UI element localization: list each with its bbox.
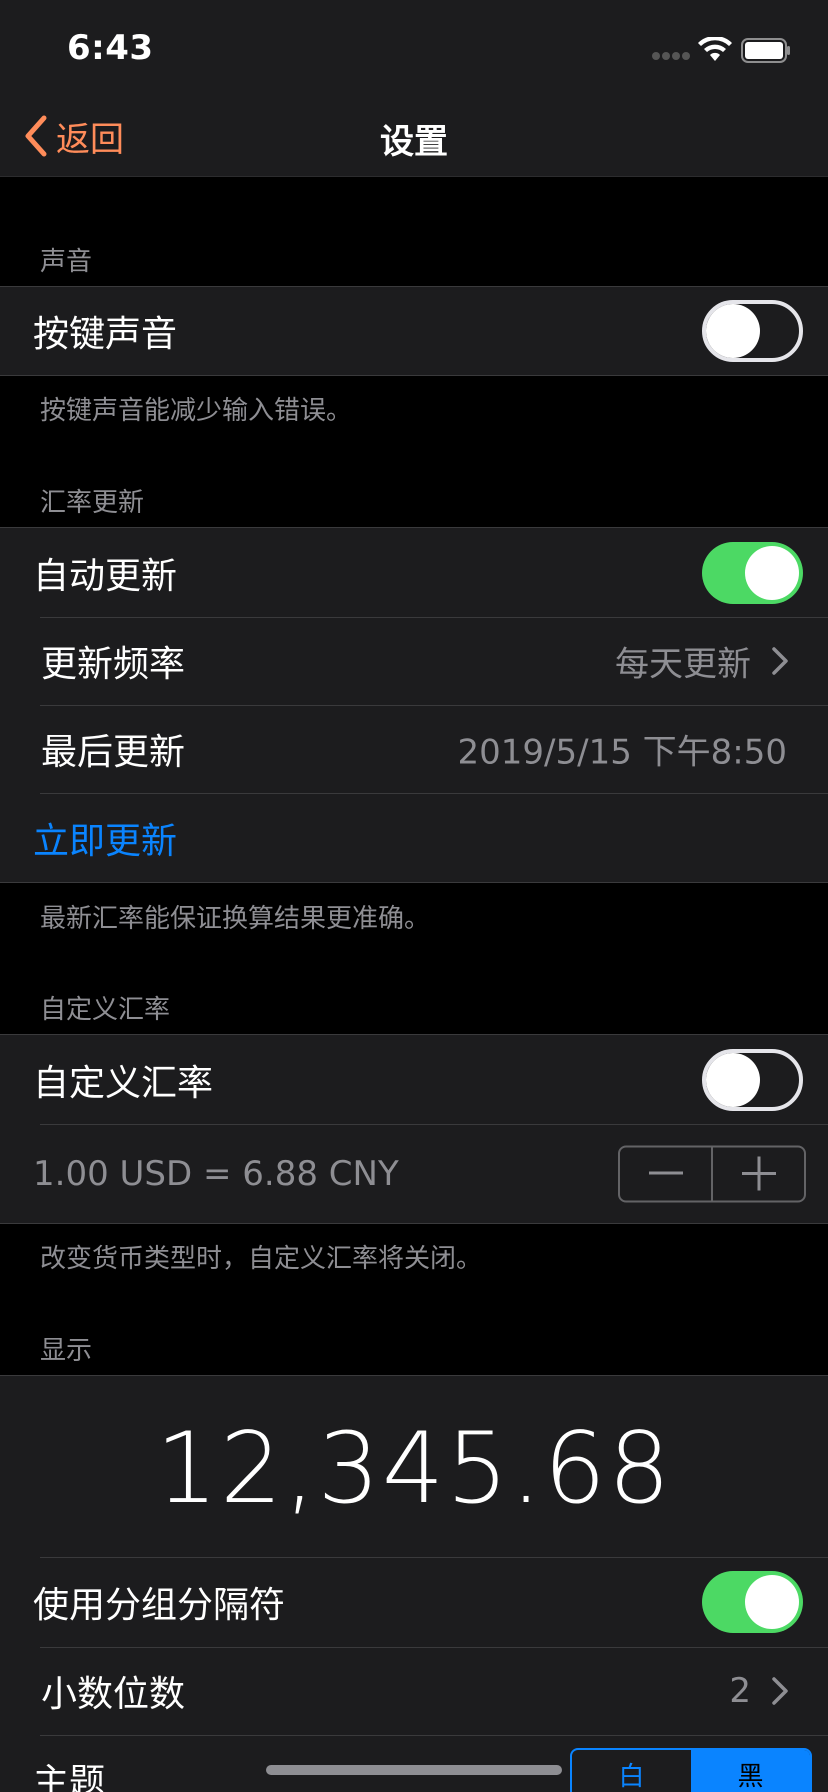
auto-update-row: 自动更新: [0, 528, 828, 617]
display-group: 12,345.68 使用分组分隔符 小数位数 2 主题 白 黑: [0, 1375, 828, 1792]
update-frequency-value: 每天更新: [615, 644, 751, 685]
section-footer-rate-update: 最新汇率能保证换算结果更准确。: [40, 904, 431, 934]
page-title: 设置: [380, 122, 448, 162]
auto-update-toggle[interactable]: [702, 541, 803, 604]
section-header-display: 显示: [40, 1336, 93, 1366]
minus-icon: [648, 1171, 683, 1175]
key-sound-row: 按键声音: [0, 287, 828, 375]
decimal-places-label: 小数位数: [41, 1674, 186, 1715]
theme-option-black[interactable]: 黑: [691, 1750, 810, 1792]
custom-rate-label: 自定义汇率: [33, 1062, 214, 1104]
custom-rate-toggle[interactable]: [702, 1048, 803, 1111]
status-bar: 6:43: [0, 0, 828, 100]
wifi-icon: [698, 37, 732, 61]
custom-rate-group: 自定义汇率 1.00 USD = 6.88 CNY: [0, 1034, 828, 1224]
cellular-signal-icon: [652, 52, 690, 62]
theme-option-white[interactable]: 白: [572, 1750, 691, 1792]
custom-rate-value-row: 1.00 USD = 6.88 CNY: [0, 1124, 828, 1223]
custom-rate-text: 1.00 USD = 6.88 CNY: [33, 1153, 399, 1194]
sound-group: 按键声音: [0, 286, 828, 376]
grouping-separator-toggle[interactable]: [702, 1571, 803, 1633]
battery-icon: [741, 38, 790, 63]
last-update-row: 最后更新 2019/5/15 下午8:50: [0, 705, 828, 793]
section-header-rate-update: 汇率更新: [40, 488, 145, 518]
section-footer-custom-rate: 改变货币类型时，自定义汇率将关闭。: [40, 1244, 483, 1274]
update-frequency-label: 更新频率: [41, 644, 186, 685]
custom-rate-stepper[interactable]: [618, 1145, 806, 1202]
plus-icon: [741, 1156, 776, 1191]
rate-update-group: 自动更新 更新频率 每天更新 最后更新 2019/5/15 下午8:50 立即更…: [0, 527, 828, 883]
last-update-label: 最后更新: [41, 732, 186, 773]
update-now-button[interactable]: 立即更新: [33, 812, 177, 864]
section-header-custom-rate: 自定义汇率: [40, 995, 171, 1025]
section-header-sound: 声音: [40, 247, 93, 277]
grouping-separator-label: 使用分组分隔符: [33, 1585, 286, 1626]
decimal-places-row[interactable]: 小数位数 2: [0, 1647, 828, 1735]
grouping-separator-row: 使用分组分隔符: [0, 1557, 828, 1647]
key-sound-label: 按键声音: [33, 314, 178, 355]
chevron-right-icon: [772, 1677, 788, 1705]
decrement-button[interactable]: [620, 1147, 711, 1200]
home-indicator[interactable]: [266, 1765, 562, 1775]
decimal-places-value: 2: [729, 1671, 751, 1711]
status-time: 6:43: [67, 28, 154, 68]
theme-segmented-control[interactable]: 白 黑: [570, 1748, 812, 1792]
custom-rate-toggle-row: 自定义汇率: [0, 1035, 828, 1124]
number-format-preview: 12,345.68: [155, 1412, 673, 1526]
key-sound-toggle[interactable]: [702, 300, 803, 362]
update-frequency-row[interactable]: 更新频率 每天更新: [0, 617, 828, 705]
update-now-row[interactable]: 立即更新: [0, 793, 828, 882]
navigation-bar: 返回 设置: [0, 100, 828, 177]
increment-button[interactable]: [711, 1147, 804, 1200]
last-update-value: 2019/5/15 下午8:50: [457, 732, 788, 773]
auto-update-label: 自动更新: [33, 555, 178, 597]
chevron-right-icon: [772, 647, 788, 675]
theme-label: 主题: [33, 1762, 106, 1792]
section-footer-sound: 按键声音能减少输入错误。: [40, 396, 353, 426]
